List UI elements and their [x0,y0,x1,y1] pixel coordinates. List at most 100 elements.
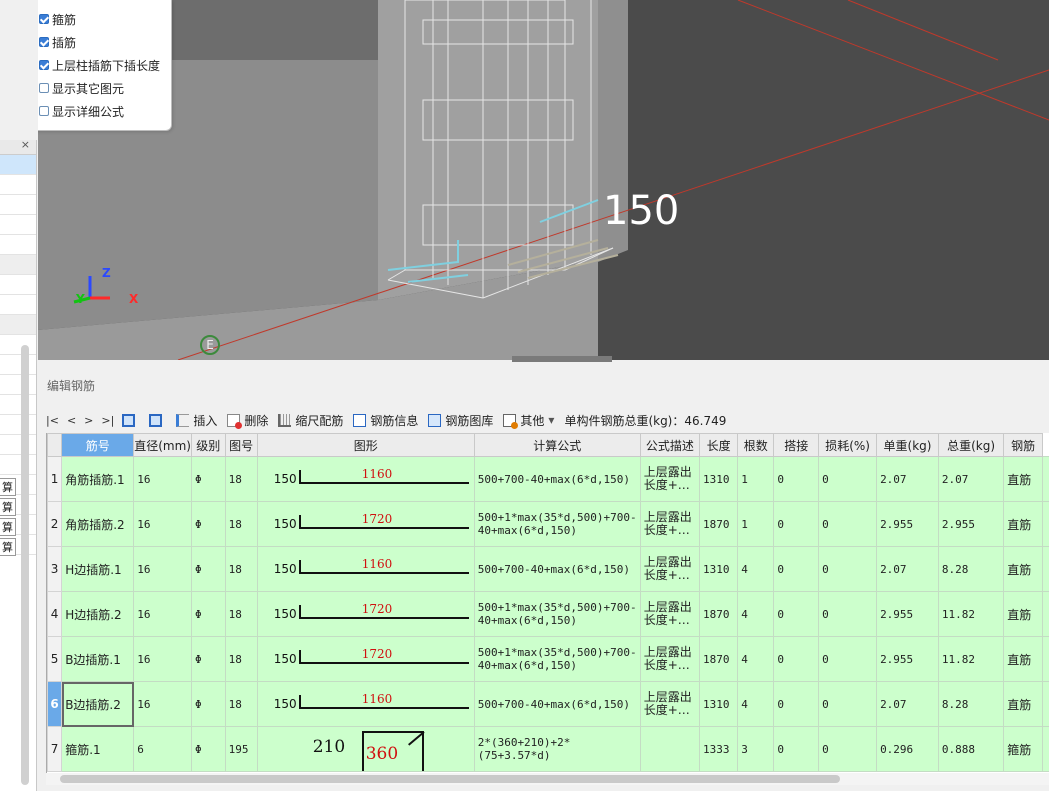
cell-total-wt[interactable]: 8.28 [937,681,1005,727]
cell-fig[interactable]: 18 [224,546,258,592]
cell-lap[interactable]: 0 [773,501,820,547]
insert-button[interactable]: 插入 [176,412,217,429]
cell-total-wt[interactable]: 8.28 [937,546,1005,592]
cell-loss[interactable]: 0 [818,726,878,772]
cell-count[interactable]: 3 [737,726,775,772]
cell-desc[interactable]: 上层露出长度+… [639,681,700,727]
cell-fig[interactable]: 18 [224,591,258,637]
shape-main-dimension[interactable]: 360 [366,744,398,764]
shape-cell[interactable]: 150 1160 [256,456,475,502]
shape-cell[interactable]: 150 1720 [256,636,475,682]
cell-length[interactable]: 1870 [698,591,739,637]
cell-name[interactable]: 箍筋.1 [61,726,135,772]
cell-lap[interactable]: 0 [773,546,820,592]
cell-unit-wt[interactable]: 2.955 [876,591,939,637]
cell-unit-wt[interactable]: 2.07 [876,456,939,502]
left-panel-row[interactable]: 算 [0,495,36,516]
cell-grade[interactable]: Φ [191,546,226,592]
cell-count[interactable]: 4 [737,591,775,637]
shape-cell[interactable]: 210 360 [256,726,475,772]
cell-lap[interactable]: 0 [773,681,820,727]
cell-formula[interactable]: 2*(360+210)+2*(75+3.57*d) [473,726,641,772]
left-panel-row[interactable] [0,375,36,395]
cell-desc[interactable]: 上层露出长度+… [639,636,700,682]
cell-dia[interactable]: 16 [133,546,192,592]
cell-lap[interactable]: 0 [773,456,820,502]
cell-fig[interactable]: 18 [224,501,258,547]
delete-button[interactable]: 删除 [227,412,268,429]
cell-loss[interactable]: 0 [818,681,878,727]
row-number[interactable]: 1 [47,456,63,502]
cell-grade[interactable]: Φ [191,681,226,727]
cell-fig[interactable]: 18 [224,681,258,727]
column-header[interactable]: 直径(mm) [133,433,192,457]
cell-total-wt[interactable]: 0.888 [937,726,1005,772]
cell-dia[interactable]: 16 [133,456,192,502]
cell-unit-wt[interactable]: 2.955 [876,636,939,682]
display-option-item[interactable]: 上层柱插筋下插长度 [39,56,160,74]
cell-grade[interactable]: Φ [191,456,226,502]
cell-length[interactable]: 1310 [698,546,739,592]
cell-dia[interactable]: 16 [133,636,192,682]
cell-loss[interactable]: 0 [818,591,878,637]
cell-desc[interactable]: 上层露出长度+… [639,591,700,637]
left-panel-row[interactable] [0,415,36,435]
cell-length[interactable]: 1333 [698,726,739,772]
cell-formula[interactable]: 500+1*max(35*d,500)+700-40+max(6*d,150) [473,636,641,682]
nav-first-button[interactable]: |< [46,414,59,427]
left-panel-row[interactable]: 算 [0,515,36,536]
cell-formula[interactable]: 500+700-40+max(6*d,150) [473,681,641,727]
cell-name[interactable]: H边插筋.1 [61,546,135,592]
cell-lap[interactable]: 0 [773,636,820,682]
cell-type[interactable]: 直筋 [1003,591,1043,637]
3d-viewport[interactable]: 150 Z Y X E 箍筋 插筋 上层柱插筋下插长度 显示其它图元 显示详细公式 [38,0,1049,360]
cell-desc[interactable] [639,726,700,772]
shape-main-dimension[interactable]: 1720 [362,512,393,526]
shape-main-dimension[interactable]: 1720 [362,602,393,616]
left-panel-row[interactable]: 算 [0,535,36,556]
row-number[interactable]: 2 [47,501,63,547]
cell-type[interactable]: 直筋 [1003,546,1043,592]
left-panel-row[interactable] [0,235,36,255]
cell-type[interactable]: 箍筋 [1003,726,1043,772]
cell-lap[interactable]: 0 [773,726,820,772]
cell-unit-wt[interactable]: 0.296 [876,726,939,772]
cell-count[interactable]: 1 [737,501,775,547]
cell-grade[interactable]: Φ [191,726,226,772]
row-number[interactable]: 7 [47,726,63,772]
column-header[interactable]: 搭接 [773,433,820,457]
table-row[interactable]: 5 B边插筋.1 16 Φ 18 150 1720 500+1*max(35*d,500)+7… [47,636,1049,682]
checkbox[interactable] [39,106,49,116]
column-header[interactable]: 根数 [737,433,775,457]
display-option-item[interactable]: 箍筋 [39,10,76,28]
left-panel-row[interactable] [0,395,36,415]
cell-formula[interactable]: 500+1*max(35*d,500)+700-40+max(6*d,150) [473,501,641,547]
cell-total-wt[interactable]: 11.82 [937,636,1005,682]
cell-type[interactable]: 直筋 [1003,636,1043,682]
cell-fig[interactable]: 18 [224,636,258,682]
table-row[interactable]: 3 H边插筋.1 16 Φ 18 150 1160 500+700-40+max(6*d,15… [47,546,1049,592]
left-panel-scrollbar[interactable] [21,345,29,785]
cell-loss[interactable]: 0 [818,546,878,592]
row-number[interactable]: 3 [47,546,63,592]
cell-formula[interactable]: 500+700-40+max(6*d,150) [473,456,641,502]
table-row[interactable]: 4 H边插筋.2 16 Φ 18 150 1720 500+1*max(35*d,500)+7… [47,591,1049,637]
left-panel-row[interactable] [0,195,36,215]
left-panel-row[interactable] [0,435,36,455]
column-header[interactable]: 图形 [256,433,475,457]
cell-dia[interactable]: 6 [133,726,192,772]
table-row[interactable]: 2 角筋插筋.2 16 Φ 18 150 1720 500+1*max(35*d,500)+7… [47,501,1049,547]
row-number[interactable]: 4 [47,591,63,637]
cell-length[interactable]: 1310 [698,681,739,727]
cell-count[interactable]: 1 [737,456,775,502]
checkbox[interactable] [39,14,49,24]
cell-count[interactable]: 4 [737,681,775,727]
cell-formula[interactable]: 500+700-40+max(6*d,150) [473,546,641,592]
move-up-button[interactable] [122,413,139,427]
column-header[interactable]: 单重(kg) [876,433,939,457]
cell-formula[interactable]: 500+1*max(35*d,500)+700-40+max(6*d,150) [473,591,641,637]
shape-cell[interactable]: 150 1720 [256,591,475,637]
cell-fig[interactable]: 195 [224,726,258,772]
checkbox[interactable] [39,60,49,70]
shape-main-dimension[interactable]: 1160 [362,692,393,706]
